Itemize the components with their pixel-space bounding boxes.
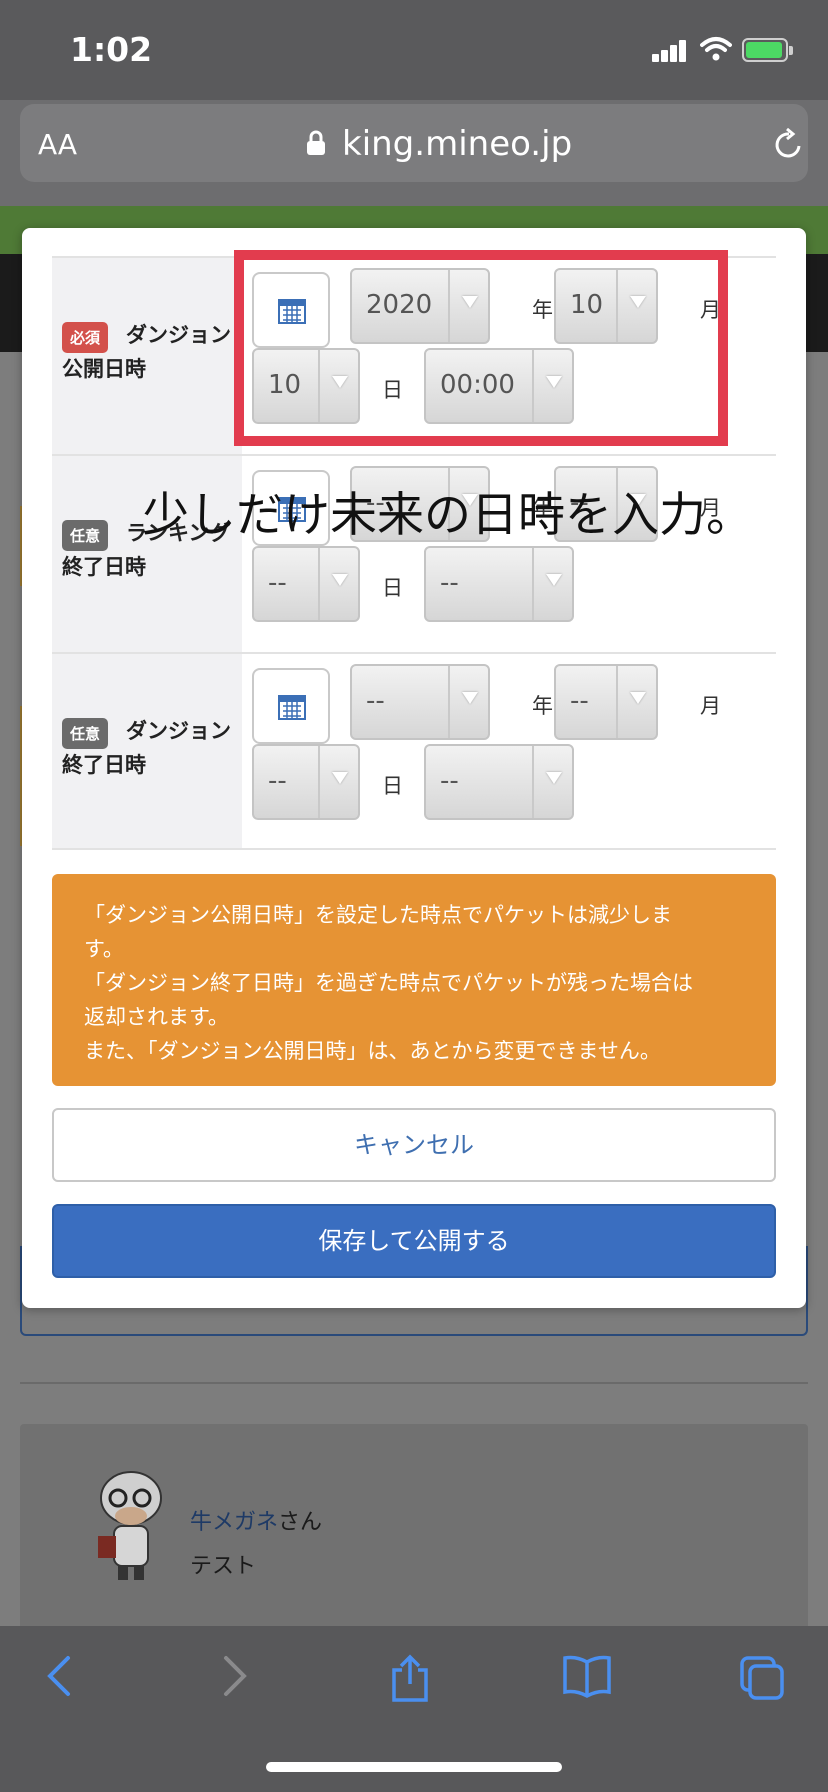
month-unit: 月: [700, 694, 721, 718]
battery-icon: [742, 38, 793, 62]
notice-line: 返却されます。: [84, 1005, 229, 1029]
wifi-icon: [700, 37, 732, 61]
lock-icon: [307, 130, 325, 155]
signal-icon: [652, 40, 688, 62]
cow-avatar-icon: [98, 1471, 162, 1580]
day-select[interactable]: --: [252, 546, 360, 622]
publish-settings-modal: 必須 ダンジョン公開日時 2020 年 10 月 10 日 00:00 任意 ラ…: [22, 228, 806, 1308]
tabs-icon[interactable]: [738, 1654, 786, 1700]
chevron-down-icon: [532, 746, 572, 818]
field-label: ダンジョン終了日時: [62, 714, 237, 782]
bookmarks-icon[interactable]: [562, 1654, 612, 1698]
chevron-down-icon: [318, 746, 358, 818]
day-unit: 日: [382, 576, 403, 600]
back-icon[interactable]: [44, 1654, 72, 1698]
chevron-down-icon: [532, 548, 572, 620]
url-host: king.mineo.jp: [342, 124, 573, 164]
field-label-text: ダンジョン公開日時: [62, 323, 231, 381]
field-label-text: ダンジョン終了日時: [62, 719, 231, 777]
author-honorific: さん: [278, 1510, 323, 1535]
day-unit: 日: [382, 774, 403, 798]
row-dungeon-end-datetime: 任意 ダンジョン終了日時 -- 年 -- 月 -- 日 --: [52, 652, 776, 850]
year-select[interactable]: --: [350, 664, 490, 740]
chevron-down-icon: [616, 666, 656, 738]
text-size-button[interactable]: AA: [38, 128, 77, 161]
comment-text: テスト: [190, 1554, 257, 1579]
time-select[interactable]: --: [424, 546, 574, 622]
month-select[interactable]: --: [554, 664, 658, 740]
notice-line: 「ダンジョン公開日時」を設定した時点でパケットは減少しま: [84, 903, 672, 927]
save-and-publish-button[interactable]: 保存して公開する: [52, 1204, 776, 1278]
notice-line: また、「ダンジョン公開日時」は、あとから変更できません。: [84, 1039, 661, 1063]
row-label-cell: 必須 ダンジョン公開日時: [52, 258, 242, 454]
calendar-icon: [278, 695, 306, 720]
notice-box: 「ダンジョン公開日時」を設定した時点でパケットは減少しま す。 「ダンジョン終了…: [52, 874, 776, 1086]
cancel-button[interactable]: キャンセル: [52, 1108, 776, 1182]
row-label-cell: 任意 ダンジョン終了日時: [52, 654, 242, 848]
status-time: 1:02: [70, 30, 153, 69]
chevron-down-icon: [448, 666, 488, 738]
divider: [20, 1382, 808, 1384]
highlight-box: [234, 250, 728, 446]
chevron-down-icon: [318, 548, 358, 620]
time-value: --: [440, 766, 459, 796]
comment-author[interactable]: 牛メガネさん: [190, 1504, 322, 1536]
reload-icon[interactable]: [774, 128, 804, 160]
address-bar[interactable]: AA king.mineo.jp: [20, 104, 808, 182]
home-indicator: [266, 1762, 562, 1772]
year-unit: 年: [532, 694, 553, 718]
notice-line: す。: [84, 937, 124, 961]
day-value: --: [268, 766, 287, 796]
day-value: --: [268, 568, 287, 598]
share-icon[interactable]: [390, 1654, 430, 1704]
month-value: --: [570, 686, 589, 716]
calendar-button[interactable]: [252, 668, 330, 744]
time-select[interactable]: --: [424, 744, 574, 820]
author-link[interactable]: 牛メガネ: [190, 1510, 278, 1535]
year-value: --: [366, 686, 385, 716]
forward-icon[interactable]: [222, 1654, 250, 1698]
status-bar: 1:02: [0, 0, 828, 100]
comment-card: 牛メガネさん テスト: [20, 1424, 808, 1634]
annotation-caption: 少しだけ未来の日時を入力。: [142, 488, 753, 543]
notice-line: 「ダンジョン終了日時」を過ぎた時点でパケットが残った場合は: [84, 971, 693, 995]
time-value: --: [440, 568, 459, 598]
day-select[interactable]: --: [252, 744, 360, 820]
field-label: ダンジョン公開日時: [62, 318, 237, 386]
